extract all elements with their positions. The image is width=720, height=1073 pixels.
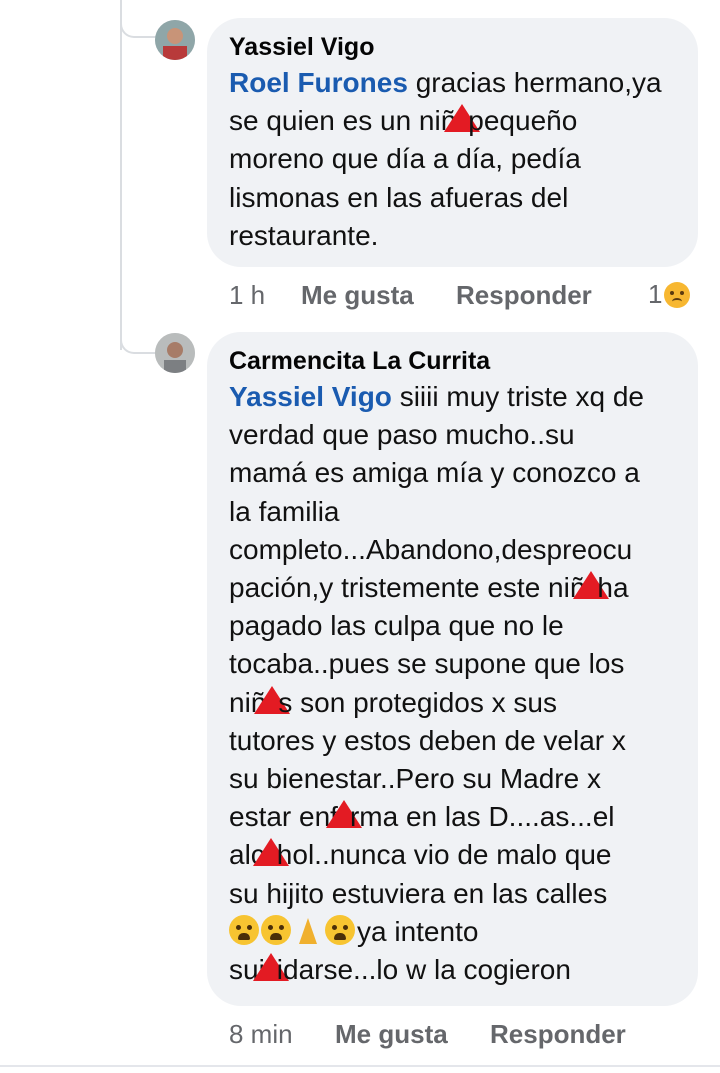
praying-hands-icon [293,915,323,945]
thread-line [120,0,122,350]
reply-button[interactable]: Responder [456,280,592,311]
avatar[interactable] [155,333,195,373]
crying-face-icon [229,914,259,945]
reaction-summary[interactable]: 1 [648,279,691,310]
like-button[interactable]: Me gusta [301,280,456,311]
timestamp[interactable]: 8 min [229,1019,335,1050]
next-comment-edge [0,1065,720,1073]
comment-author[interactable]: Carmencita La Currita [229,346,680,376]
reaction-count: 1 [648,279,663,309]
like-button[interactable]: Me gusta [335,1019,490,1050]
sad-face-icon [664,281,691,308]
comment-text: Yassiel Vigo siiii muy triste xq de verd… [229,381,644,986]
timestamp[interactable]: 1 h [229,280,301,311]
avatar[interactable] [155,20,195,60]
mention-link[interactable]: Roel Furones [229,67,408,98]
comment-text: Roel Furones gracias hermano,ya se quien… [229,67,662,251]
comment-actions: 8 min Me gusta Responder [229,1019,626,1050]
comment-author[interactable]: Yassiel Vigo [229,32,678,62]
mention-link[interactable]: Yassiel Vigo [229,381,392,412]
thread-branch [120,10,156,38]
crying-face-icon [325,914,355,945]
comment-bubble: Yassiel Vigo Roel Furones gracias herman… [207,18,698,267]
thread-branch [120,326,156,354]
crying-face-icon [261,914,291,945]
comment-bubble: Carmencita La Currita Yassiel Vigo siiii… [207,332,698,1006]
comment-actions: 1 h Me gusta Responder [229,280,592,311]
reply-button[interactable]: Responder [490,1019,626,1050]
